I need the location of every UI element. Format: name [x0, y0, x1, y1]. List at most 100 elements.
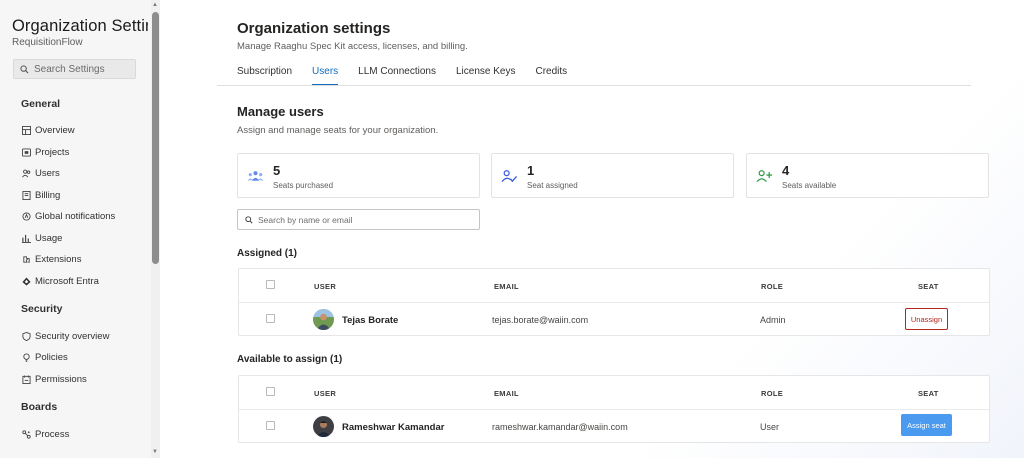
sidebar: Organization Settings RequisitionFlow Ge…	[0, 0, 160, 458]
tab-bar: Subscription Users LLM Connections Licen…	[237, 66, 587, 86]
org-title: Organization Settings	[12, 17, 148, 35]
billing-icon	[22, 190, 31, 200]
sidebar-item-permissions[interactable]: Permissions	[22, 372, 87, 386]
table-header: USER EMAIL ROLE SEAT	[239, 269, 989, 302]
seats-purchased-value: 5	[273, 163, 281, 178]
seats-available-value: 4	[782, 163, 790, 178]
sidebar-item-label: Projects	[35, 146, 70, 158]
user-role: Admin	[760, 315, 786, 325]
sidebar-item-policies[interactable]: Policies	[22, 350, 68, 364]
tab-llm-connections[interactable]: LLM Connections	[358, 66, 436, 86]
person-add-icon	[756, 170, 773, 183]
select-all-checkbox[interactable]	[266, 280, 275, 289]
scroll-down-icon[interactable]: ▼	[152, 449, 158, 455]
seats-available-card: 4 Seats available	[746, 153, 989, 198]
select-all-checkbox[interactable]	[266, 387, 275, 396]
sidebar-item-label: Security overview	[35, 330, 110, 342]
sidebar-scrollbar[interactable]: ▲ ▼	[151, 0, 160, 458]
row-checkbox[interactable]	[266, 421, 275, 430]
avatar	[313, 309, 334, 330]
policy-icon	[23, 352, 30, 362]
projects-icon	[22, 147, 31, 157]
unassign-button[interactable]: Unassign	[905, 308, 948, 330]
section-boards: Boards	[21, 401, 58, 413]
sidebar-item-label: Policies	[35, 351, 68, 363]
user-search-input[interactable]	[258, 214, 468, 225]
sidebar-item-security-overview[interactable]: Security overview	[22, 329, 109, 343]
sidebar-item-projects[interactable]: Projects	[22, 145, 69, 159]
col-email: EMAIL	[494, 389, 519, 398]
sidebar-item-label: Permissions	[35, 373, 87, 385]
usage-icon	[22, 234, 31, 243]
manage-users-title: Manage users	[237, 104, 324, 119]
row-checkbox[interactable]	[266, 314, 275, 323]
tab-subscription[interactable]: Subscription	[237, 66, 292, 86]
table-row: Tejas Borate tejas.borate@waiin.com Admi…	[239, 302, 989, 335]
assigned-title: Assigned (1)	[237, 248, 298, 259]
settings-search-input[interactable]	[34, 63, 129, 75]
sidebar-item-overview[interactable]: Overview	[22, 123, 75, 137]
search-icon	[245, 215, 253, 224]
assign-seat-button[interactable]: Assign seat	[901, 414, 952, 436]
sidebar-item-microsoft-entra[interactable]: Microsoft Entra	[22, 274, 99, 288]
manage-users-description: Assign and manage seats for your organiz…	[237, 125, 439, 136]
overview-icon	[22, 125, 31, 135]
org-subtitle: RequisitionFlow	[12, 37, 83, 48]
col-seat: SEAT	[918, 389, 939, 398]
section-general: General	[21, 98, 61, 110]
notification-icon	[22, 211, 31, 221]
sidebar-item-label: Billing	[35, 189, 61, 201]
person-check-icon	[501, 170, 518, 183]
seats-available-label: Seats available	[782, 181, 837, 190]
col-role: ROLE	[761, 282, 784, 291]
col-role: ROLE	[761, 389, 784, 398]
page-description: Manage Raaghu Spec Kit access, licenses,…	[237, 41, 468, 52]
available-title: Available to assign (1)	[237, 354, 343, 365]
permissions-icon	[22, 374, 31, 384]
users-icon	[22, 169, 31, 177]
assigned-table: USER EMAIL ROLE SEAT Tejas Borate tejas.…	[238, 268, 990, 336]
user-email: tejas.borate@waiin.com	[492, 315, 589, 325]
main-content: Organization settings Manage Raaghu Spec…	[161, 0, 1024, 458]
available-table: USER EMAIL ROLE SEAT Rameshwar Kamandar …	[238, 375, 990, 443]
user-email: rameshwar.kamandar@waiin.com	[492, 422, 628, 432]
user-name: Tejas Borate	[342, 315, 399, 326]
search-icon	[20, 64, 29, 73]
col-seat: SEAT	[918, 282, 939, 291]
sidebar-item-label: Usage	[35, 232, 63, 244]
extensions-icon	[23, 255, 30, 263]
sidebar-item-label: Process	[35, 428, 70, 440]
sidebar-item-users[interactable]: Users	[22, 166, 60, 180]
table-row: Rameshwar Kamandar rameshwar.kamandar@wa…	[239, 409, 989, 442]
process-icon	[22, 429, 31, 439]
section-security: Security	[21, 303, 63, 315]
tab-credits[interactable]: Credits	[535, 66, 567, 86]
entra-icon	[22, 276, 31, 286]
col-user: USER	[314, 389, 337, 398]
sidebar-item-usage[interactable]: Usage	[22, 231, 62, 245]
sidebar-item-billing[interactable]: Billing	[22, 188, 60, 202]
scroll-up-icon[interactable]: ▲	[152, 2, 158, 8]
sidebar-item-extensions[interactable]: Extensions	[22, 252, 81, 266]
sidebar-item-label: Microsoft Entra	[35, 275, 99, 287]
col-user: USER	[314, 282, 337, 291]
people-group-icon	[247, 171, 264, 181]
seat-assigned-card: 1 Seat assigned	[491, 153, 734, 198]
sidebar-item-label: Users	[35, 167, 60, 179]
col-email: EMAIL	[494, 282, 519, 291]
seats-purchased-label: Seats purchased	[273, 181, 334, 190]
tab-users[interactable]: Users	[312, 66, 339, 86]
sidebar-item-label: Overview	[35, 124, 75, 136]
tab-license-keys[interactable]: License Keys	[456, 66, 515, 86]
user-name: Rameshwar Kamandar	[342, 422, 445, 433]
avatar	[313, 416, 334, 437]
sidebar-item-label: Extensions	[35, 253, 82, 265]
user-role: User	[760, 422, 780, 432]
scroll-thumb[interactable]	[152, 12, 159, 264]
seats-purchased-card: 5 Seats purchased	[237, 153, 480, 198]
sidebar-item-global-notifications[interactable]: Global notifications	[22, 209, 115, 223]
settings-search[interactable]	[13, 59, 136, 79]
sidebar-item-process[interactable]: Process	[22, 427, 69, 441]
sidebar-item-label: Global notifications	[35, 210, 116, 222]
user-search[interactable]	[237, 209, 480, 230]
